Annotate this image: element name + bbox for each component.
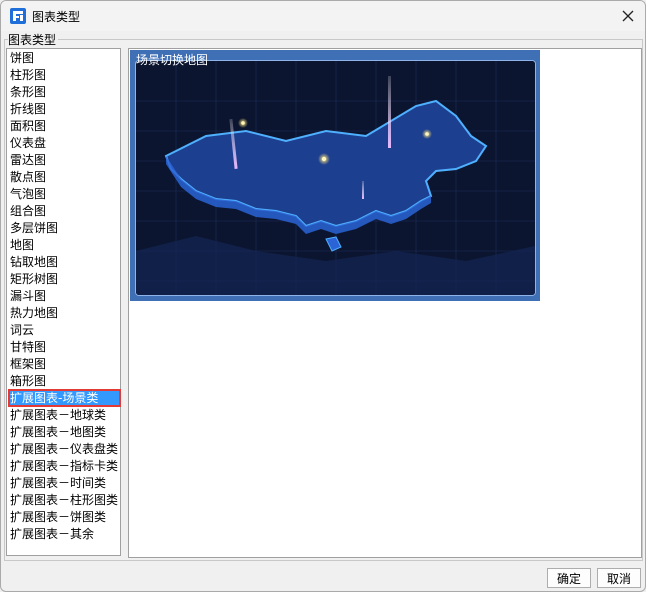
- chart-type-item[interactable]: 扩展图表-场景类: [8, 389, 121, 407]
- chart-type-list[interactable]: 饼图 柱形图 条形图 折线图 面积图 仪表盘 雷达图 散点图 气泡图 组合图 多层饼图 地图 钻取地图矩…: [6, 48, 121, 556]
- chart-type-item[interactable]: 柱形图: [9, 67, 120, 83]
- scene-switch-map-thumbnail[interactable]: 场景切换地图: [130, 50, 540, 301]
- chart-preview-panel: 场景切换地图: [128, 48, 642, 558]
- chart-type-item[interactable]: 仪表盘: [9, 135, 120, 151]
- ok-button[interactable]: 确定: [547, 568, 591, 588]
- chart-type-item[interactable]: 框架图: [9, 356, 120, 372]
- chart-type-item[interactable]: 多层饼图: [9, 220, 120, 236]
- chart-type-item[interactable]: 面积图: [9, 118, 120, 134]
- chart-type-dialog: 图表类型 图表类型 饼图 柱形图 条形图 折线图 面积图 仪表盘 雷达图 散点图 气泡图 组合图多…: [0, 0, 646, 592]
- chart-type-item[interactable]: 漏斗图: [9, 288, 120, 304]
- chart-type-item[interactable]: 扩展图表－饼图类: [9, 509, 120, 525]
- chart-type-item[interactable]: 地图: [9, 237, 120, 253]
- chart-type-item[interactable]: 扩展图表－地球类: [9, 407, 120, 423]
- chart-type-item[interactable]: 甘特图: [9, 339, 120, 355]
- chart-type-item[interactable]: 扩展图表－仪表盘类: [9, 441, 120, 457]
- chart-type-group-label: 图表类型: [8, 31, 59, 48]
- dialog-title: 图表类型: [32, 10, 81, 24]
- thumbnail-title: 场景切换地图: [136, 53, 209, 67]
- chart-type-item[interactable]: 扩展图表－柱形图类: [9, 492, 120, 508]
- chart-type-item[interactable]: 折线图: [9, 101, 120, 117]
- map-preview-image: [135, 60, 536, 296]
- chart-type-item[interactable]: 扩展图表－地图类: [9, 424, 120, 440]
- chart-type-item[interactable]: 矩形树图: [9, 271, 120, 287]
- chart-type-item[interactable]: 饼图: [9, 50, 120, 66]
- chart-type-item[interactable]: 条形图: [9, 84, 120, 100]
- chart-type-item[interactable]: 热力地图: [9, 305, 120, 321]
- cancel-button[interactable]: 取消: [597, 568, 641, 588]
- close-icon: [622, 10, 634, 22]
- app-logo-icon: [10, 8, 26, 24]
- chart-type-item[interactable]: 雷达图: [9, 152, 120, 168]
- close-button[interactable]: [617, 5, 639, 27]
- chart-type-item[interactable]: 箱形图: [9, 373, 120, 389]
- chart-type-item[interactable]: 散点图: [9, 169, 120, 185]
- chart-type-item[interactable]: 扩展图表－时间类: [9, 475, 120, 491]
- chart-type-item[interactable]: 钻取地图: [9, 254, 120, 270]
- chart-type-item[interactable]: 扩展图表－其余: [9, 526, 120, 542]
- chart-type-item[interactable]: 词云: [9, 322, 120, 338]
- title-bar: 图表类型: [1, 1, 645, 31]
- chart-type-item[interactable]: 气泡图: [9, 186, 120, 202]
- chart-type-item[interactable]: 扩展图表－指标卡类: [9, 458, 120, 474]
- chart-type-item[interactable]: 组合图: [9, 203, 120, 219]
